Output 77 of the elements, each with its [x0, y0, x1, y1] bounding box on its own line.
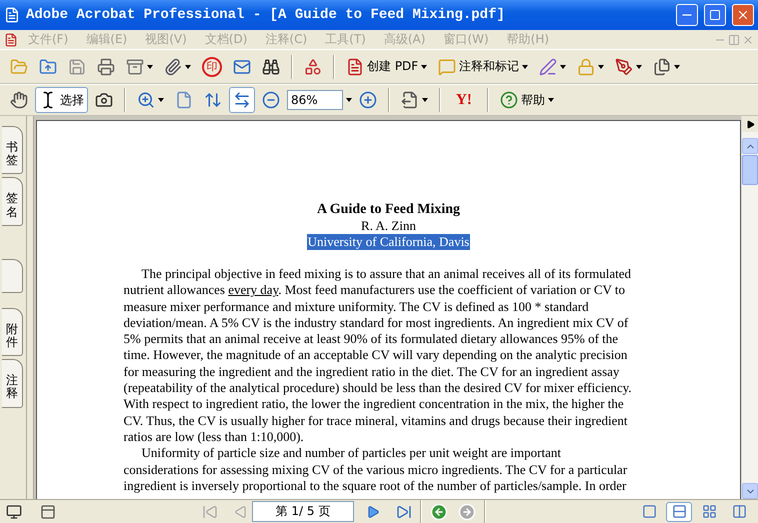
body-paragraph: Uniformity of particle size and number of particles per unit weight are important considerations for assessing mixing CV of the various micro ingredients. The CV for a particular ingredient is inversely proportional to the square root of the number of particles/sample. In order	[124, 445, 628, 494]
maximize-icon	[709, 9, 721, 21]
paperclip-icon	[164, 58, 182, 76]
app-logo-icon	[4, 7, 20, 23]
two-page-icon	[732, 504, 746, 519]
sidebar-tab[interactable]: 书签	[2, 126, 23, 174]
scroll-thumb[interactable]	[742, 155, 758, 185]
caret-icon	[674, 64, 680, 68]
zoom-field[interactable]: 86%	[287, 90, 343, 110]
sidebar-tab[interactable]: 签名	[2, 177, 23, 226]
window-icon[interactable]	[40, 504, 56, 520]
next-page-icon[interactable]	[366, 504, 380, 518]
single-page-icon	[642, 504, 656, 519]
hand-icon	[10, 91, 28, 109]
maximize-button[interactable]	[704, 4, 726, 26]
zoom-out-icon	[262, 91, 280, 109]
facing-grid-icon	[702, 504, 716, 519]
save-icon	[68, 58, 86, 76]
caret-icon	[185, 64, 191, 68]
window-title: Adobe Acrobat Professional - [A Guide to Feed Mixing.pdf]	[26, 7, 506, 23]
fit-width-icon	[233, 91, 251, 109]
sidebar-tab[interactable]	[2, 258, 23, 293]
caret-icon	[598, 64, 604, 68]
close-button[interactable]	[732, 4, 754, 26]
page-export-icon	[401, 91, 419, 109]
view-mode-button[interactable]	[666, 502, 692, 522]
caret-icon	[147, 64, 153, 68]
author-name: R. A. Zinn	[361, 218, 416, 234]
select-tool-button[interactable]: 选择	[35, 87, 88, 113]
plus-circle-icon	[359, 91, 377, 109]
create-pdf-button[interactable]: 创建 PDF	[342, 54, 432, 80]
yahoo-button[interactable]: Y!	[448, 87, 480, 113]
monitor-icon[interactable]	[6, 504, 22, 520]
pen-icon	[539, 58, 558, 76]
back-icon[interactable]	[430, 502, 448, 520]
caret-icon	[421, 64, 428, 68]
body-paragraph: The principal objective in feed mixing is to assure that an animal receives all of its formulated nutrient allowances every day. Most feed manufacturers use the coefficient of variation or CV to measure mixer performance and mixture uniformity. The CV is defined as 100 * standard deviation/mean. A 5% CV is the industry standard for most ingredients. An ingredient mix CV of 5% permits that an animal receive at least 90% of its formulated dietary allowances 95% of the time. However, the magnitude of an acceptable CV will vary depending on the analytic precision for measuring the ingredient and the ingredient ratio in the diet. The CV for an ingredient assay (repeatability of the analytical procedure) should be less than the desired CV for mixer efficiency. With respect to ingredient ratio, the lower the ingredient concentration in the mix, the higher the CV. Thus, the CV is usually higher for trace mineral, vitamins and drugs because their ingredient ratios are low (less than 1:10,000).	[124, 266, 633, 446]
comment-markup-button[interactable]: 注释和标记	[434, 54, 532, 80]
caret-icon	[422, 98, 428, 102]
caret-icon	[346, 98, 352, 102]
affiliation-text: University of California, Davis	[306, 234, 470, 250]
pen-tool-icon	[615, 58, 634, 76]
page-number-field[interactable]: 第 1/ 5 页	[252, 501, 354, 522]
lock-icon	[577, 58, 596, 76]
caret-icon	[548, 98, 554, 102]
fit-height-icon	[204, 91, 222, 109]
folder-upload-icon	[39, 58, 57, 76]
sidebar-tab[interactable]: 注释	[2, 359, 23, 408]
zoom-in-icon	[137, 91, 155, 109]
document-icon	[4, 32, 18, 46]
sidebar-tab[interactable]: 附件	[2, 308, 23, 356]
archive-icon	[126, 58, 144, 76]
last-page-icon[interactable]	[396, 504, 412, 520]
help-button[interactable]: 帮助	[496, 87, 558, 113]
pdf-file-icon	[346, 58, 364, 76]
document-title: A Guide to Feed Mixing	[316, 201, 460, 218]
forward-icon[interactable]	[458, 502, 476, 520]
page-icon	[175, 91, 193, 109]
binoculars-icon	[262, 58, 280, 76]
continuous-page-icon	[672, 504, 686, 519]
caret-icon	[158, 98, 164, 102]
close-icon	[736, 8, 750, 22]
vertical-scrollbar[interactable]	[741, 116, 758, 499]
caret-icon	[522, 64, 528, 68]
mail-icon	[233, 58, 251, 76]
files-icon	[653, 58, 672, 76]
printer-icon	[97, 58, 115, 76]
minimize-button[interactable]	[676, 4, 698, 26]
comment-icon	[438, 58, 456, 76]
camera-icon	[95, 91, 113, 109]
expand-panel-icon[interactable]	[746, 120, 754, 128]
folder-icon	[10, 58, 28, 76]
help-icon	[500, 91, 518, 109]
fit-width-button[interactable]	[229, 87, 255, 113]
caret-icon	[636, 64, 642, 68]
shapes-icon	[304, 58, 322, 76]
caret-icon	[560, 64, 566, 68]
